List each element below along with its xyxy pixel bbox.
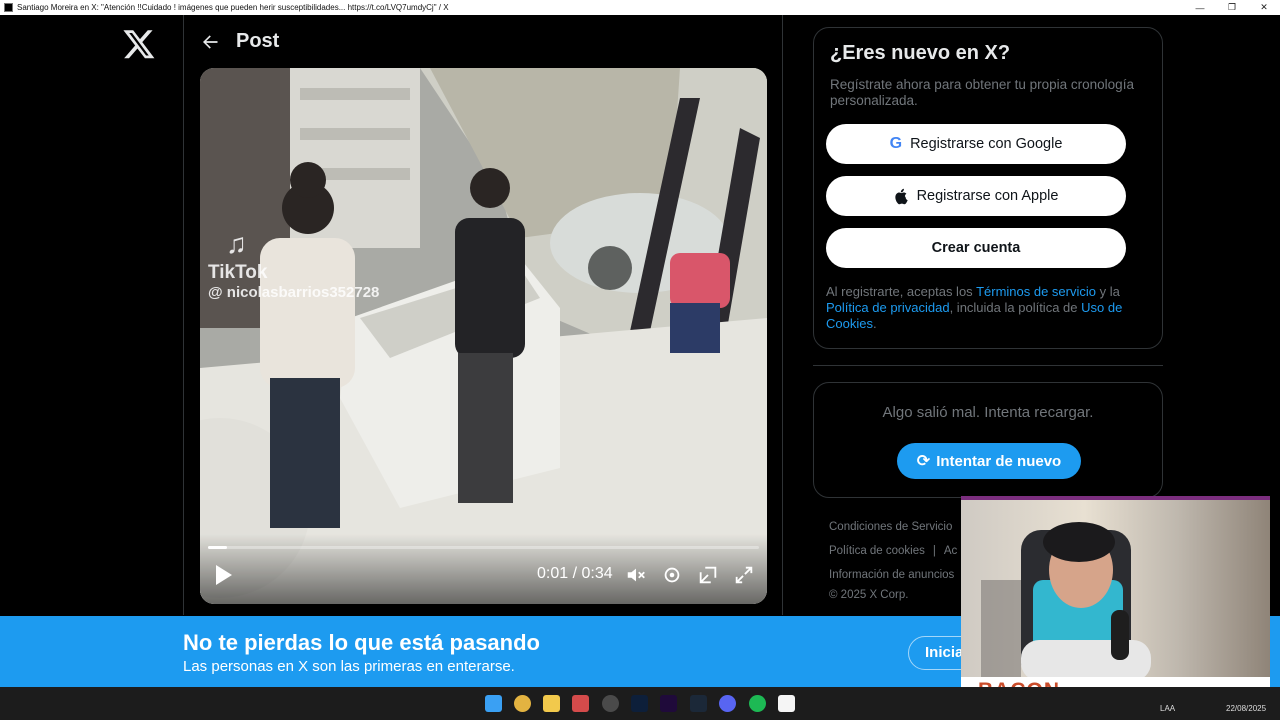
tiktok-watermark: ♫ TikTok @ nicolasbarrios352728 — [208, 228, 379, 301]
google-icon: G — [889, 135, 903, 152]
terms-text: , incluida la política de — [949, 300, 1082, 315]
create-account-button[interactable]: Crear cuenta — [826, 228, 1126, 268]
post-header: Post — [184, 15, 782, 68]
language-indicator[interactable]: LAA — [1160, 704, 1175, 713]
signup-apple-label: Registrarse con Apple — [916, 188, 1059, 204]
minimize-icon[interactable]: — — [1184, 3, 1216, 13]
minimize-player-icon[interactable] — [697, 564, 719, 586]
sidebar-divider — [813, 365, 1163, 366]
video-player[interactable]: ♫ TikTok @ nicolasbarrios352728 0:01 / 0… — [200, 68, 767, 604]
discord-icon[interactable] — [719, 695, 736, 712]
signup-terms: Al registrarte, aceptas los Términos de … — [826, 284, 1146, 332]
banner-subtitle: Las personas en X son las primeras en en… — [183, 658, 515, 675]
play-icon[interactable] — [214, 564, 234, 586]
footer-link-cookies[interactable]: Política de cookies — [829, 545, 925, 557]
privacy-policy-link[interactable]: Política de privacidad — [826, 300, 950, 315]
column-divider — [782, 15, 783, 615]
signup-card: ¿Eres nuevo en X? Regístrate ahora para … — [813, 27, 1163, 349]
fullscreen-icon[interactable] — [733, 564, 755, 586]
x-favicon-icon — [4, 3, 13, 12]
footer-link-accessibility[interactable]: Ac — [944, 545, 957, 557]
page-title: Post — [236, 30, 280, 52]
video-time: 0:01 / 0:34 — [537, 565, 613, 582]
footer-separator: | — [932, 545, 936, 557]
tiktok-icon: ♫ — [226, 228, 247, 259]
steam-icon[interactable] — [690, 695, 707, 712]
obs-icon[interactable] — [602, 695, 619, 712]
settings-icon[interactable] — [661, 564, 683, 586]
notion-icon[interactable] — [778, 695, 795, 712]
clock-date[interactable]: 22/08/2025 — [1226, 704, 1266, 713]
error-message: Algo salió mal. Intenta recargar. — [882, 404, 1094, 421]
webcam-overlay: BACON — [961, 496, 1270, 707]
column-divider — [183, 15, 184, 615]
streamer-figure — [981, 522, 1151, 681]
window-title: Santiago Moreira en X: "Atención !!Cuida… — [17, 3, 449, 12]
signup-google-button[interactable]: G Registrarse con Google — [826, 124, 1126, 164]
retry-button[interactable]: ⟳ Intentar de nuevo — [897, 443, 1081, 479]
footer-link-terms[interactable]: Condiciones de Servicio — [829, 521, 952, 533]
window-titlebar: Santiago Moreira en X: "Atención !!Cuida… — [0, 0, 1280, 15]
file-explorer-icon[interactable] — [543, 695, 560, 712]
taskbar: LAA 22/08/2025 — [0, 687, 1280, 720]
signup-subtitle: Regístrate ahora para obtener tu propia … — [830, 77, 1134, 108]
apple-icon — [894, 188, 908, 205]
tiktok-brand: TikTok — [208, 262, 268, 283]
mute-icon[interactable] — [625, 564, 647, 586]
arrow-left-icon[interactable] — [184, 32, 236, 52]
signup-apple-button[interactable]: Registrarse con Apple — [826, 176, 1126, 216]
x-logo-icon[interactable] — [122, 27, 156, 61]
video-progress-fill — [208, 546, 228, 549]
refresh-icon: ⟳ — [916, 453, 931, 470]
terms-of-service-link[interactable]: Términos de servicio — [976, 284, 1096, 299]
spotify-icon[interactable] — [749, 695, 766, 712]
terms-text: y la — [1096, 284, 1120, 299]
terms-text: . — [872, 316, 877, 331]
windows-start-icon[interactable] — [485, 695, 502, 712]
snipping-tool-icon[interactable] — [572, 695, 589, 712]
video-progress-bar[interactable] — [208, 546, 759, 549]
video-frame — [200, 68, 767, 604]
terms-text: Al registrarte, aceptas los — [826, 284, 977, 299]
footer-copyright: © 2025 X Corp. — [829, 589, 909, 601]
premiere-icon[interactable] — [660, 695, 677, 712]
signup-title: ¿Eres nuevo en X? — [830, 42, 1011, 64]
footer-link-ads-info[interactable]: Información de anuncios — [829, 569, 954, 581]
tiktok-username: @ nicolasbarrios352728 — [208, 284, 380, 301]
photoshop-icon[interactable] — [631, 695, 648, 712]
banner-title: No te pierdas lo que está pasando — [183, 630, 540, 655]
video-controls: 0:01 / 0:34 — [200, 534, 767, 604]
chrome-icon[interactable] — [514, 695, 531, 712]
close-icon[interactable]: ✕ — [1248, 2, 1280, 13]
restore-icon[interactable]: ❐ — [1216, 2, 1248, 13]
retry-label: Intentar de nuevo — [936, 452, 1062, 470]
error-card: Algo salió mal. Intenta recargar. ⟳ Inte… — [813, 382, 1163, 498]
signup-google-label: Registrarse con Google — [910, 136, 1063, 152]
